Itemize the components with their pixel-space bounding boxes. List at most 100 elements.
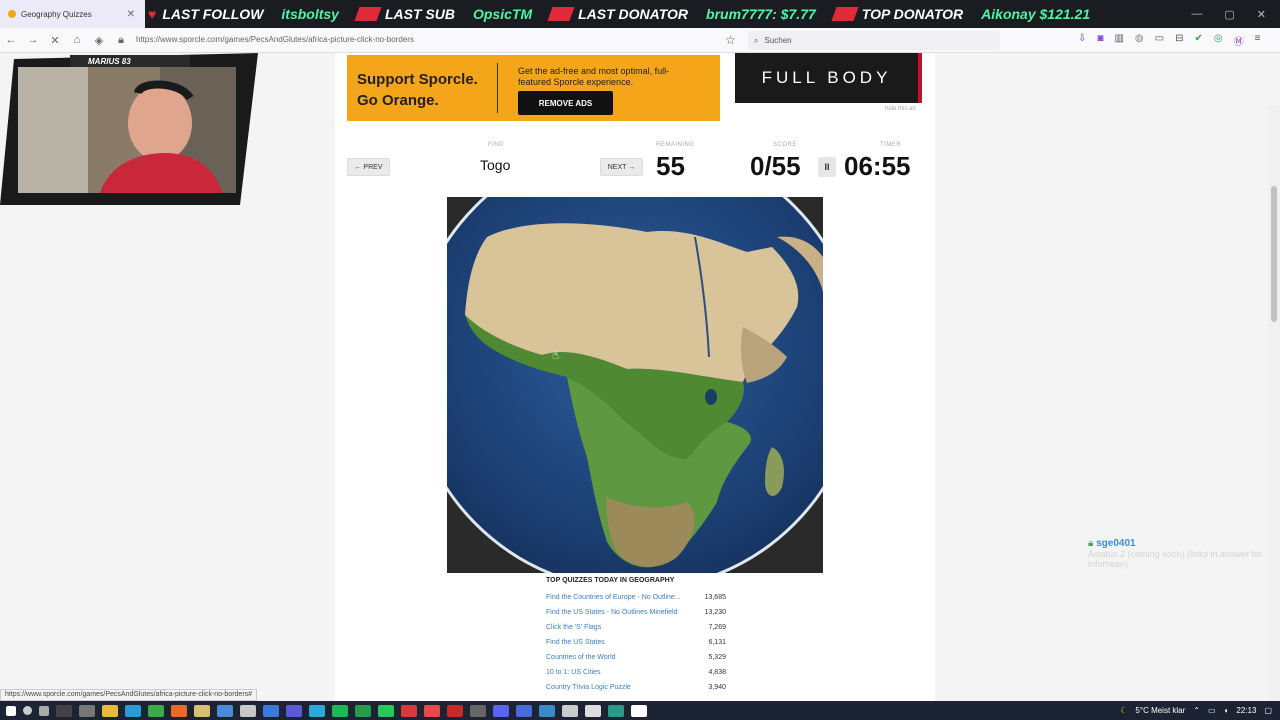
app-icon[interactable]	[79, 704, 95, 717]
app-icon[interactable]	[516, 704, 532, 717]
app-icon[interactable]	[309, 704, 325, 717]
app-icon[interactable]	[539, 704, 555, 717]
app-icon[interactable]	[217, 704, 233, 717]
app-icon[interactable]	[401, 704, 417, 717]
check-icon[interactable]: ✔	[1194, 33, 1202, 48]
list-item[interactable]: Find the Countries of Europe - No Outlin…	[546, 590, 726, 605]
tray-arrow-icon[interactable]: ⌃	[1193, 706, 1200, 715]
next-button[interactable]: NEXT →	[600, 158, 643, 176]
app-icon[interactable]	[585, 704, 601, 717]
webcam-overlay: MARIUS 83	[0, 53, 258, 208]
page-scrollbar[interactable]	[1268, 106, 1280, 720]
remaining-count: 55	[656, 151, 685, 181]
list-item[interactable]: 10 to 1: US Cities 4,838	[546, 665, 726, 680]
quiz-link[interactable]: Country Trivia Logic Puzzle	[546, 684, 631, 691]
taskview-icon[interactable]	[39, 705, 49, 716]
quiz-count: 6,131	[708, 639, 726, 646]
quiz-link[interactable]: 10 to 1: US Cities	[546, 669, 600, 676]
app-icon[interactable]	[194, 704, 210, 717]
maximize-icon[interactable]: ▢	[1224, 8, 1234, 21]
search-taskbar-icon[interactable]	[23, 706, 32, 715]
list-item[interactable]: Find the US States - No Outlines Minefie…	[546, 605, 726, 620]
app-icon[interactable]	[470, 704, 486, 717]
top-quizzes-title: TOP QUIZZES TODAY IN GEOGRAPHY	[546, 577, 675, 584]
clock[interactable]: 22:13	[1236, 706, 1256, 715]
shield-icon[interactable]: ◈	[88, 34, 110, 47]
pocket-icon[interactable]: ◙	[1097, 33, 1103, 48]
quiz-link[interactable]: Countries of the World	[546, 654, 616, 661]
app-icon[interactable]	[286, 704, 302, 717]
ad-divider	[497, 63, 498, 113]
download-icon[interactable]: ⇩	[1078, 33, 1086, 48]
hide-ad-link[interactable]: hide this ad	[885, 106, 916, 112]
app-icon[interactable]	[355, 704, 371, 717]
edge-icon[interactable]	[125, 704, 141, 717]
list-item[interactable]: Countries of the World 5,329	[546, 650, 726, 665]
start-icon[interactable]	[6, 705, 16, 716]
bookmark-star-icon[interactable]: ☆	[725, 33, 736, 47]
app-icon[interactable]	[240, 704, 256, 717]
ad-headline: Support Sporcle. Go Orange.	[357, 71, 478, 109]
library-icon[interactable]: ▥	[1114, 33, 1123, 48]
app-icon[interactable]	[562, 704, 578, 717]
app-icon[interactable]	[447, 704, 463, 717]
close-tab-icon[interactable]: ✕	[127, 9, 135, 20]
pause-button[interactable]: II	[818, 157, 836, 177]
prev-button[interactable]: ← PREV	[347, 158, 390, 176]
screenshot-icon[interactable]: ⊟	[1175, 33, 1183, 48]
quiz-count: 3,940	[708, 684, 726, 691]
windows-taskbar: ☾ 5°C Meist klar ⌃ ▭ ◖ 22:13 ▢	[0, 701, 1280, 720]
heart-icon: ♥	[148, 6, 157, 22]
discord-icon[interactable]	[493, 704, 509, 717]
quiz-link[interactable]: Find the US States	[546, 639, 605, 646]
top-quizzes: TOP QUIZZES TODAY IN GEOGRAPHY Find the …	[546, 577, 726, 695]
find-label: FIND	[488, 142, 504, 148]
tab-title: Geography Quizzes	[21, 9, 92, 19]
app-icon[interactable]	[631, 704, 647, 717]
crown-icon	[831, 7, 859, 21]
profile-icon[interactable]: Ⓜ	[1234, 33, 1244, 48]
volume-icon[interactable]: ◖	[1224, 706, 1229, 715]
explorer-icon[interactable]	[102, 704, 118, 717]
search-input[interactable]: ⌕ Suchen	[748, 31, 1000, 50]
globe-image[interactable]: ☝	[447, 197, 823, 573]
app-icon[interactable]	[608, 704, 624, 717]
firefox-icon[interactable]	[171, 704, 187, 717]
quiz-link[interactable]: Find the US States - No Outlines Minefie…	[546, 609, 678, 616]
url-bar[interactable]: https://www.sporcle.com/games/PecsAndGlu…	[136, 35, 414, 44]
mask-icon[interactable]: ◍	[1135, 33, 1144, 48]
notification-icon[interactable]: ▢	[1264, 706, 1272, 715]
browser-tab[interactable]: Geography Quizzes ✕	[0, 0, 145, 28]
quiz-count: 4,838	[708, 669, 726, 676]
quiz-link[interactable]: Click the 'S' Flags	[546, 624, 601, 631]
list-item[interactable]: Find the US States 6,131	[546, 635, 726, 650]
sidebar-icon[interactable]: ▭	[1155, 33, 1164, 48]
home-icon[interactable]: ⌂	[66, 34, 88, 46]
minimize-icon[interactable]: —	[1191, 8, 1202, 20]
find-value: Togo	[480, 157, 511, 173]
list-item[interactable]: Country Trivia Logic Puzzle 3,940	[546, 680, 726, 695]
africa-map[interactable]: ☝	[447, 197, 823, 573]
remove-ads-button[interactable]: REMOVE ADS	[518, 91, 613, 115]
weather-text[interactable]: 5°C Meist klar	[1135, 706, 1185, 715]
extension-ring-icon[interactable]: ◎	[1214, 33, 1223, 48]
spotify-icon[interactable]	[332, 704, 348, 717]
app-icon[interactable]	[56, 704, 72, 717]
promo-banner[interactable]: FULL BODY WORKOUT	[735, 53, 922, 137]
stop-icon[interactable]: ✕	[44, 34, 66, 47]
network-icon[interactable]: ▭	[1208, 706, 1216, 715]
chrome-icon[interactable]	[148, 704, 164, 717]
app-icon[interactable]	[424, 704, 440, 717]
menu-icon[interactable]: ≡	[1255, 33, 1261, 48]
weather-icon[interactable]: ☾	[1120, 706, 1127, 715]
app-icon[interactable]	[378, 704, 394, 717]
alert-last-donator-value: brum7777: $7.77	[706, 6, 816, 22]
quiz-link[interactable]: Find the Countries of Europe - No Outlin…	[546, 594, 681, 601]
forward-icon[interactable]: →	[22, 34, 44, 46]
close-window-icon[interactable]: ✕	[1257, 8, 1266, 21]
mail-icon[interactable]	[263, 704, 279, 717]
scrollbar-thumb[interactable]	[1271, 186, 1277, 322]
webcam-nameplate: MARIUS 83	[88, 57, 131, 66]
list-item[interactable]: Click the 'S' Flags 7,269	[546, 620, 726, 635]
back-icon[interactable]: ←	[0, 34, 22, 46]
